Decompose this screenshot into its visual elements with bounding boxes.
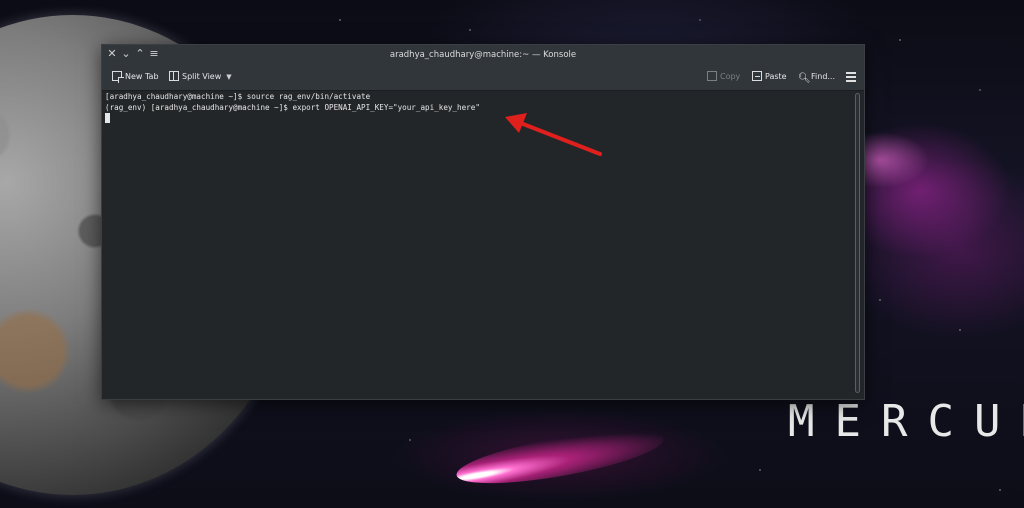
terminal-line: [aradhya_chaudhary@machine ~]$ source ra… bbox=[105, 92, 371, 101]
konsole-window: aradhya_chaudhary@machine:~ — Konsole ✕ … bbox=[101, 44, 865, 400]
toolbar: New Tab Split View ▼ Copy Paste 🔍︎Find... bbox=[102, 65, 864, 91]
new-tab-button[interactable]: New Tab bbox=[112, 69, 159, 85]
find-button[interactable]: 🔍︎Find... bbox=[798, 69, 835, 85]
title-bar: aradhya_chaudhary@machine:~ — Konsole ✕ … bbox=[102, 45, 864, 65]
close-icon[interactable]: ✕ bbox=[106, 47, 118, 61]
minimize-icon[interactable]: ⌄ bbox=[120, 47, 132, 61]
split-view-label: Split View bbox=[182, 72, 222, 81]
maximize-icon[interactable]: ⌃ bbox=[134, 47, 146, 61]
terminal-prompt-line bbox=[105, 113, 852, 124]
terminal-output[interactable]: [aradhya_chaudhary@machine ~]$ source ra… bbox=[102, 91, 852, 399]
copy-icon bbox=[707, 71, 717, 81]
new-tab-icon bbox=[112, 71, 124, 83]
chevron-down-icon: ▼ bbox=[226, 73, 232, 81]
terminal-line: (rag_env) [aradhya_chaudhary@machine ~]$… bbox=[105, 103, 480, 112]
paste-icon bbox=[752, 71, 762, 81]
paste-button[interactable]: Paste bbox=[752, 69, 787, 85]
hamburger-icon[interactable] bbox=[846, 72, 856, 82]
wallpaper-title: MERCURY bbox=[788, 396, 1024, 447]
copy-label: Copy bbox=[720, 72, 741, 81]
split-view-button[interactable]: Split View ▼ bbox=[169, 69, 232, 85]
copy-button[interactable]: Copy bbox=[707, 69, 740, 85]
terminal-cursor bbox=[105, 113, 110, 123]
desktop-wallpaper: MERCURY aradhya_chaudhary@machine:~ — Ko… bbox=[0, 0, 1024, 508]
window-title: aradhya_chaudhary@machine:~ — Konsole bbox=[389, 50, 577, 60]
terminal-scrollbar[interactable] bbox=[853, 91, 862, 396]
split-view-icon bbox=[169, 71, 179, 81]
find-label: Find... bbox=[811, 72, 836, 81]
paste-label: Paste bbox=[765, 72, 787, 81]
search-icon: 🔍︎ bbox=[798, 73, 811, 84]
window-menu-icon[interactable]: ≡ bbox=[148, 47, 160, 61]
scrollbar-thumb[interactable] bbox=[855, 93, 860, 393]
new-tab-label: New Tab bbox=[125, 72, 159, 81]
